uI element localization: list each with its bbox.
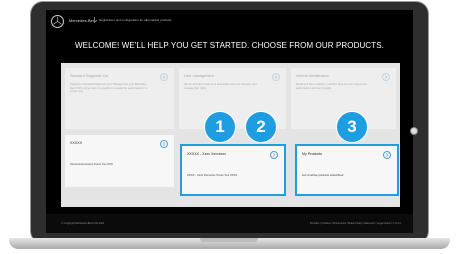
product-card-standard-diagnosis[interactable]: Standard Diagnosis Xxx Request of Standa… <box>65 68 174 129</box>
card-subtitle: Xxxxxxxxxxxxxxxx Xxxxx Xxx XXX <box>70 162 113 166</box>
chevron-right-icon[interactable] <box>382 73 390 81</box>
callout-badge-2: 2 <box>245 111 277 143</box>
card-subtitle: List of active products subscribed <box>302 173 344 177</box>
callout-badge-1: 1 <box>204 111 236 143</box>
chevron-right-icon[interactable] <box>270 151 278 159</box>
mercedes-star-icon[interactable] <box>51 15 64 28</box>
product-card-my-products[interactable]: My Products List of active products subs… <box>295 144 399 196</box>
card-title: XXXXX - Xxxx Xxxxxxxx <box>187 152 226 156</box>
card-description: Would you like to identify a vehicle? He… <box>296 83 367 90</box>
card-description: Get an overview of all users associated … <box>184 83 257 90</box>
card-title: Standard Diagnosis Xxx <box>70 74 109 78</box>
chevron-right-icon[interactable] <box>160 140 168 148</box>
chevron-right-icon[interactable] <box>160 73 168 81</box>
card-subtitle: XXXX - Xxxx Xxxxxxxx Xxxxx Xxx XXXX <box>187 173 238 177</box>
top-bar: Mercedes-Benz Registration and configura… <box>46 10 413 38</box>
products-panel: Standard Diagnosis Xxx Request of Standa… <box>61 63 400 207</box>
chevron-right-icon[interactable] <box>272 73 280 81</box>
callout-badge-3: 3 <box>336 111 368 143</box>
app-subtitle: Registration and configuration for after… <box>99 18 172 22</box>
card-title: My Products <box>302 152 322 156</box>
footer: © Copyright Mercedes-Benz AG 2021 Provid… <box>46 214 413 233</box>
card-title: User management <box>184 74 214 78</box>
card-title: XXXXX <box>70 141 82 145</box>
scroll-handle[interactable] <box>410 127 418 135</box>
product-card-1[interactable]: XXXXX Xxxxxxxxxxxxxxxx Xxxxx Xxx XXX <box>65 135 174 187</box>
footer-copyright: © Copyright Mercedes-Benz AG 2021 <box>61 222 105 225</box>
footer-links[interactable]: Provider | Cookies | Documents | Data pr… <box>310 222 401 225</box>
product-card-2[interactable]: XXXXX - Xxxx Xxxxxxxx XXXX - Xxxx Xxxxxx… <box>180 144 286 196</box>
header-divider <box>94 17 95 23</box>
laptop-notch <box>200 238 258 242</box>
brand-name: Mercedes-Benz <box>69 18 98 23</box>
app-screen: Mercedes-Benz Registration and configura… <box>46 10 413 233</box>
welcome-heading: WELCOME! WE'LL HELP YOU GET STARTED. CHO… <box>75 41 384 50</box>
card-description: Request of Standard Diagnosis Xxx? Manag… <box>70 83 148 94</box>
card-title: Vehicle Identification <box>296 74 329 78</box>
chevron-right-icon[interactable] <box>383 151 391 159</box>
